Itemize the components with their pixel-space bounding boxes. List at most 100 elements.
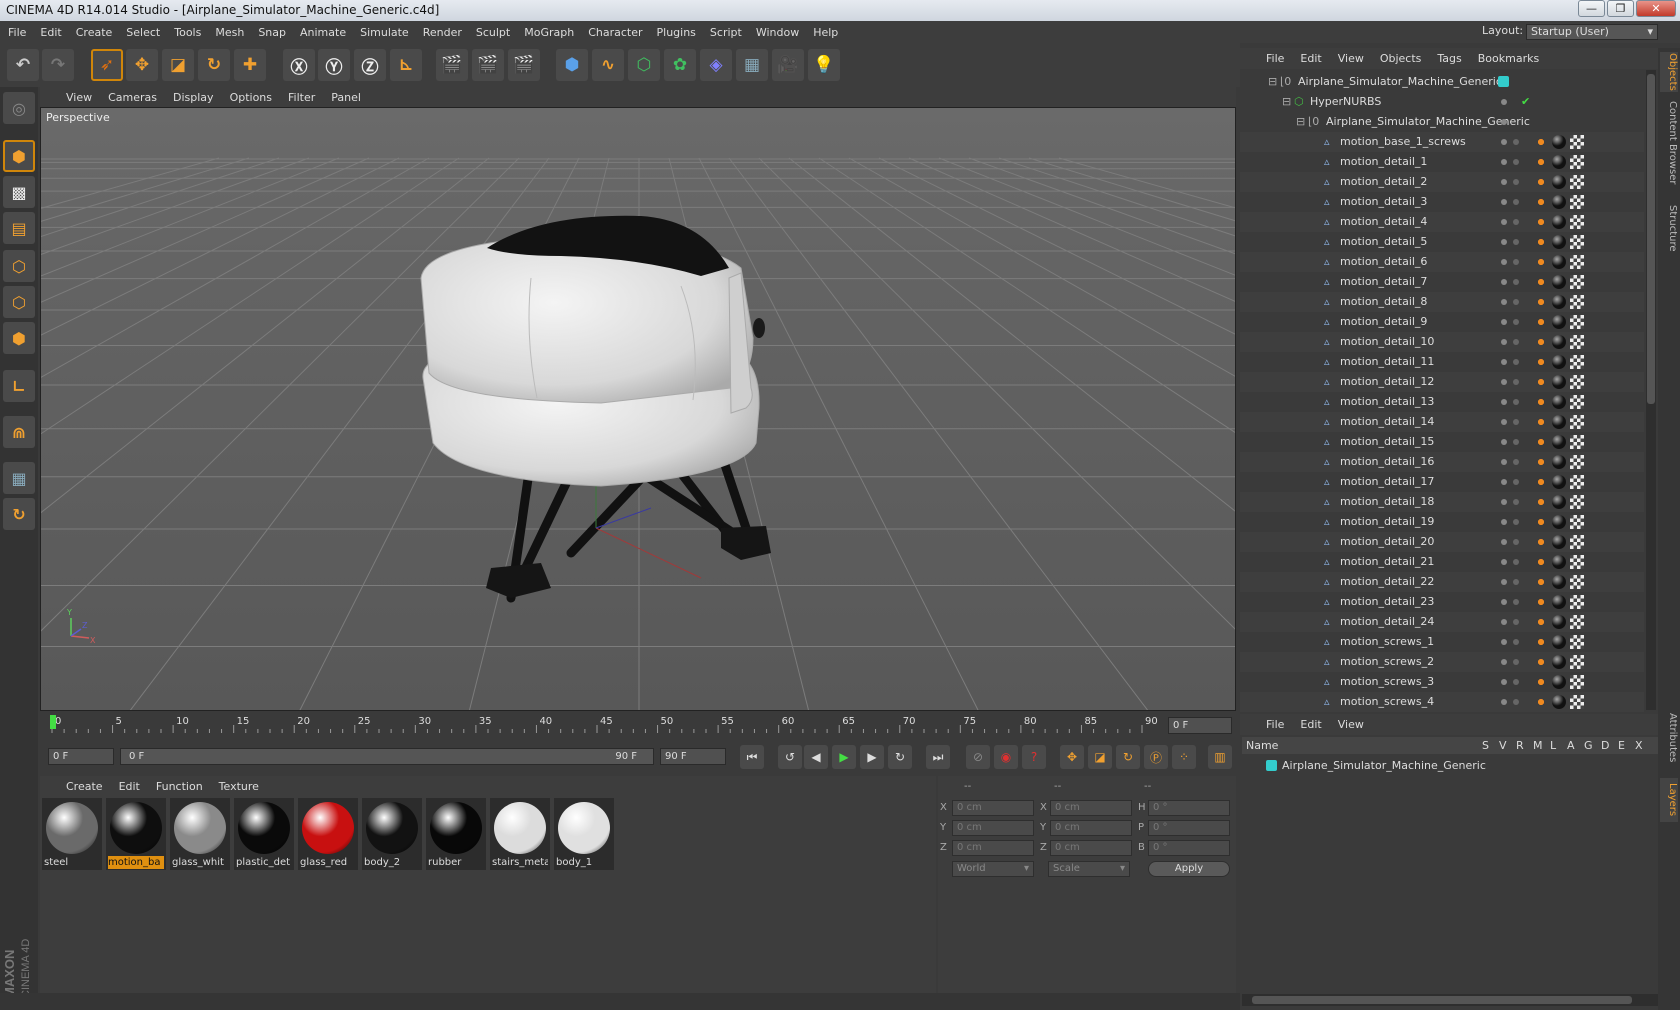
phong-tag-icon[interactable] xyxy=(1534,655,1548,669)
phong-tag-icon[interactable] xyxy=(1534,175,1548,189)
viewport-menu-display[interactable]: Display xyxy=(173,91,214,104)
move-tool-button[interactable]: ✥ xyxy=(126,49,158,81)
menu-item-snap[interactable]: Snap xyxy=(258,26,286,39)
add-floor-button[interactable]: ▦ xyxy=(736,49,768,81)
object-scrollbar[interactable] xyxy=(1646,70,1656,710)
render-visibility-dot[interactable] xyxy=(1513,599,1519,605)
material-tag-icon[interactable] xyxy=(1552,535,1566,549)
texture-tag-icon[interactable] xyxy=(1570,615,1584,629)
side-tab-content-browser[interactable]: Content Browser xyxy=(1660,98,1678,188)
object-row[interactable]: ▵ motion_detail_15 xyxy=(1240,432,1644,452)
texture-tag-icon[interactable] xyxy=(1570,395,1584,409)
collapse-toggle-icon[interactable]: ⊟ xyxy=(1268,72,1277,92)
key-parameter-button[interactable]: Ⓟ xyxy=(1144,745,1168,769)
menu-item-character[interactable]: Character xyxy=(588,26,642,39)
texture-tag-icon[interactable] xyxy=(1570,575,1584,589)
phong-tag-icon[interactable] xyxy=(1534,215,1548,229)
texture-tag-icon[interactable] xyxy=(1570,595,1584,609)
object-menu-edit[interactable]: Edit xyxy=(1300,52,1321,65)
layer-scrollbar-thumb[interactable] xyxy=(1252,996,1632,1004)
texture-mode-button[interactable]: ▩ xyxy=(3,176,35,208)
object-row[interactable]: ▵ motion_detail_12 xyxy=(1240,372,1644,392)
add-camera-button[interactable]: 🎥 xyxy=(772,49,804,81)
render-visibility-dot[interactable] xyxy=(1513,219,1519,225)
texture-tag-icon[interactable] xyxy=(1570,275,1584,289)
editor-visibility-dot[interactable] xyxy=(1501,419,1507,425)
render-visibility-dot[interactable] xyxy=(1513,539,1519,545)
transform-mode-select[interactable]: Scale ▾ xyxy=(1048,861,1130,877)
texture-tag-icon[interactable] xyxy=(1570,155,1584,169)
material-tag-icon[interactable] xyxy=(1552,655,1566,669)
x-axis-lock-button[interactable]: Ⓧ xyxy=(283,49,315,81)
coord-field[interactable]: 0 ° xyxy=(1148,800,1230,816)
texture-tag-icon[interactable] xyxy=(1570,315,1584,329)
viewport-menu-view[interactable]: View xyxy=(66,91,92,104)
layer-column-d[interactable]: D xyxy=(1601,737,1609,754)
material-tag-icon[interactable] xyxy=(1552,335,1566,349)
object-scrollbar-thumb[interactable] xyxy=(1647,74,1655,404)
render-visibility-dot[interactable] xyxy=(1513,359,1519,365)
render-visibility-dot[interactable] xyxy=(1513,439,1519,445)
axis-mode-button[interactable]: ∟ xyxy=(3,370,35,402)
menu-item-simulate[interactable]: Simulate xyxy=(360,26,409,39)
range-slider[interactable]: 0 F 90 F xyxy=(120,748,654,765)
side-tab-objects[interactable]: Objects xyxy=(1660,52,1678,92)
snap-button[interactable]: ⋒ xyxy=(3,416,35,448)
texture-tag-icon[interactable] xyxy=(1570,675,1584,689)
layout-select[interactable]: Startup (User) ▾ xyxy=(1526,24,1658,40)
phong-tag-icon[interactable] xyxy=(1534,155,1548,169)
viewport-menu-cameras[interactable]: Cameras xyxy=(108,91,157,104)
render-visibility-dot[interactable] xyxy=(1513,179,1519,185)
editor-visibility-dot[interactable] xyxy=(1501,239,1507,245)
editor-visibility-dot[interactable] xyxy=(1501,579,1507,585)
editor-visibility-dot[interactable] xyxy=(1501,259,1507,265)
render-visibility-dot[interactable] xyxy=(1513,199,1519,205)
editor-visibility-dot[interactable] xyxy=(1501,219,1507,225)
object-row[interactable]: ▵ motion_detail_3 xyxy=(1240,192,1644,212)
layer-column-m[interactable]: M xyxy=(1533,737,1543,754)
menu-item-window[interactable]: Window xyxy=(756,26,799,39)
coordinate-system-select[interactable]: World ▾ xyxy=(952,861,1034,877)
material-tag-icon[interactable] xyxy=(1552,435,1566,449)
object-row-root[interactable]: ⊟ ⌊0 Airplane_Simulator_Machine_Generic xyxy=(1240,72,1644,92)
material-swatch[interactable]: glass_whit xyxy=(170,798,230,870)
texture-tag-icon[interactable] xyxy=(1570,355,1584,369)
texture-tag-icon[interactable] xyxy=(1570,475,1584,489)
live-selection-button[interactable]: ➶ xyxy=(91,49,123,81)
y-axis-lock-button[interactable]: Ⓨ xyxy=(318,49,350,81)
side-tab-layers[interactable]: Layers xyxy=(1660,778,1678,822)
material-swatch[interactable]: body_1 xyxy=(554,798,614,870)
phong-tag-icon[interactable] xyxy=(1534,495,1548,509)
render-visibility-dot[interactable] xyxy=(1513,339,1519,345)
object-menu-file[interactable]: File xyxy=(1266,52,1284,65)
perspective-viewport[interactable]: Y X Z Perspective xyxy=(40,107,1236,711)
texture-tag-icon[interactable] xyxy=(1570,215,1584,229)
render-visibility-dot[interactable] xyxy=(1513,659,1519,665)
editor-visibility-dot[interactable] xyxy=(1501,459,1507,465)
render-visibility-dot[interactable] xyxy=(1513,139,1519,145)
editor-visibility-dot[interactable] xyxy=(1501,399,1507,405)
editor-visibility-dot[interactable] xyxy=(1501,519,1507,525)
render-settings-button[interactable]: 🎬 xyxy=(508,49,540,81)
material-tag-icon[interactable] xyxy=(1552,355,1566,369)
editor-visibility-dot[interactable] xyxy=(1501,479,1507,485)
maximize-button[interactable]: ❐ xyxy=(1607,0,1634,17)
material-swatch[interactable]: stairs_meta xyxy=(490,798,550,870)
keyframe-selection-button[interactable]: ? xyxy=(1022,745,1046,769)
render-visibility-dot[interactable] xyxy=(1513,559,1519,565)
play-button[interactable]: ▶ xyxy=(832,745,856,769)
editor-visibility-dot[interactable] xyxy=(1501,659,1507,665)
menu-item-animate[interactable]: Animate xyxy=(300,26,346,39)
editor-visibility-dot[interactable] xyxy=(1501,299,1507,305)
collapse-toggle-icon[interactable]: ⊟ xyxy=(1282,92,1291,112)
menu-item-tools[interactable]: Tools xyxy=(174,26,201,39)
add-light-button[interactable]: 💡 xyxy=(808,49,840,81)
viewport-menu-panel[interactable]: Panel xyxy=(331,91,361,104)
phong-tag-icon[interactable] xyxy=(1534,355,1548,369)
next-key-button[interactable]: ↻ xyxy=(888,745,912,769)
phong-tag-icon[interactable] xyxy=(1534,135,1548,149)
phong-tag-icon[interactable] xyxy=(1534,315,1548,329)
material-tag-icon[interactable] xyxy=(1552,415,1566,429)
phong-tag-icon[interactable] xyxy=(1534,695,1548,709)
material-tag-icon[interactable] xyxy=(1552,135,1566,149)
